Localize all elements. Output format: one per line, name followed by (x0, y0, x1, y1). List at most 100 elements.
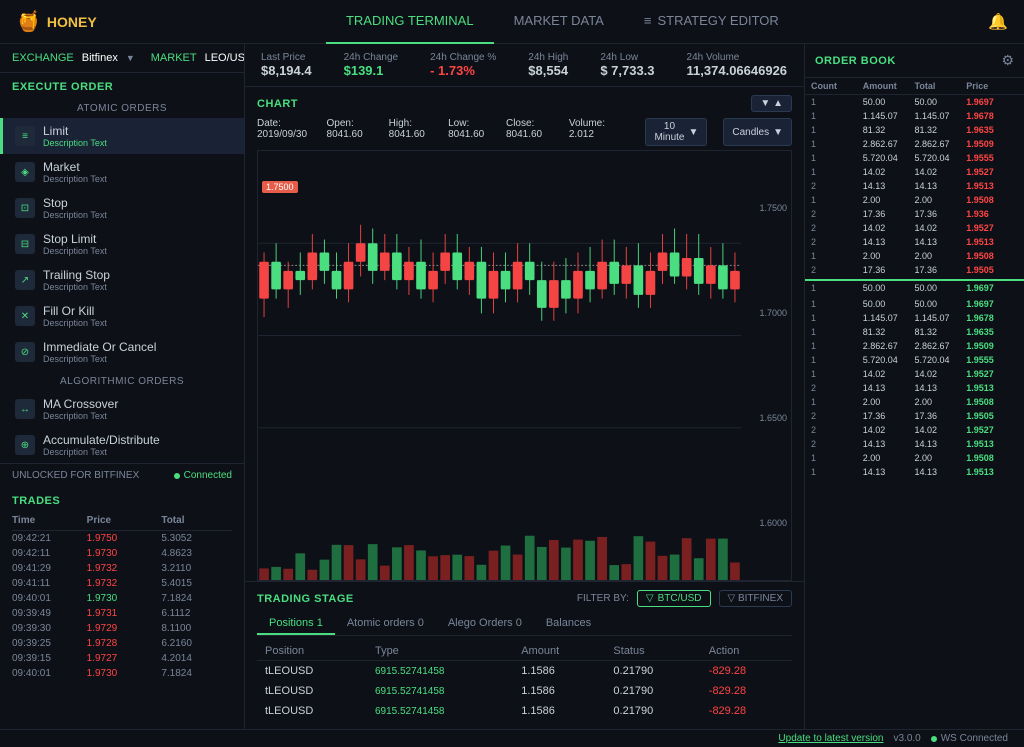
ob-row[interactable]: 217.3617.361.936 (805, 207, 1024, 221)
chart-controls: ▼ ▲ (751, 95, 792, 112)
ob-row[interactable]: 181.3281.321.9635 (805, 123, 1024, 137)
ob-row[interactable]: 11.145.071.145.071.9678 (805, 311, 1024, 325)
pos-amount: 1.1586 (513, 701, 605, 721)
ob-row[interactable]: 214.1314.131.9513 (805, 437, 1024, 451)
positions-table: Position Type Amount Status Action tLEOU… (257, 642, 792, 721)
ob-row[interactable]: 114.0214.021.9527 (805, 367, 1024, 381)
trade-time: 09:40:01 (12, 593, 83, 604)
order-market[interactable]: ◈ Market Description Text (0, 154, 244, 190)
ob-row[interactable]: 11.145.071.145.071.9678 (805, 109, 1024, 123)
filter-bitfinex-btn[interactable]: ▽ BITFINEX (719, 590, 792, 607)
nav-tabs: TRADING TERMINAL MARKET DATA ≡ STRATEGY … (137, 0, 988, 44)
ob-row[interactable]: 114.0214.021.9527 (805, 165, 1024, 179)
trailing-stop-icon: ↗ (15, 270, 35, 290)
ob-row[interactable]: 150.0050.001.9697 (805, 95, 1024, 109)
trade-row: 09:39:491.97316.1112 (12, 606, 232, 621)
filter-btc-btn[interactable]: ▽ BTC/USD (637, 590, 711, 607)
order-stop-limit[interactable]: ⊟ Stop Limit Description Text (0, 226, 244, 262)
order-market-name: Market (43, 160, 107, 174)
trade-total: 3.2110 (161, 563, 232, 574)
ob-col-total: Total (915, 81, 967, 91)
tab-atomic-orders[interactable]: Atomic orders 0 (335, 613, 436, 635)
ob-row[interactable]: 12.862.672.862.671.9509 (805, 137, 1024, 151)
ob-row[interactable]: 214.1314.131.9513 (805, 179, 1024, 193)
tab-trading-terminal[interactable]: TRADING TERMINAL (326, 0, 494, 44)
ob-row[interactable]: 12.002.001.9508 (805, 395, 1024, 409)
order-stop[interactable]: ⊡ Stop Description Text (0, 190, 244, 226)
connected-dot (174, 473, 180, 479)
trade-time: 09:39:15 (12, 653, 83, 664)
last-price-value: $8,194.4 (261, 63, 312, 78)
close-label: Close: 8041.60 (506, 118, 553, 146)
tab-market-data[interactable]: MARKET DATA (494, 0, 624, 44)
order-ma-crossover[interactable]: ↔ MA Crossover Description Text (0, 391, 244, 427)
chart-info: Date: 2019/09/30 Open: 8041.60 High: 804… (257, 116, 792, 150)
collapse-btn[interactable]: ▼ ▲ (751, 95, 792, 112)
market-label: MARKET (151, 52, 197, 64)
acc-name: Accumulate/Distribute (43, 433, 160, 447)
ob-row[interactable]: 181.3281.321.9635 (805, 325, 1024, 339)
table-row: tLEOUSD6915.527414581.15860.21790-829.28 (257, 681, 792, 701)
order-fok-name: Fill Or Kill (43, 304, 107, 318)
exchange-dropdown-icon[interactable]: ▼ (126, 53, 135, 63)
low-label: Low: 8041.60 (448, 118, 490, 146)
pos-action: -829.28 (701, 701, 792, 721)
ob-col-count: Count (811, 81, 863, 91)
volume-chart (258, 525, 741, 580)
ob-row[interactable]: 12.002.001.9508 (805, 193, 1024, 207)
stat-24h-high: 24h High $8,554 (528, 52, 568, 78)
tab-algo-orders[interactable]: Alego Orders 0 (436, 613, 534, 635)
limit-icon: ≡ (15, 126, 35, 146)
ob-row[interactable]: 150.0050.001.9697 (805, 297, 1024, 311)
order-trailing-stop[interactable]: ↗ Trailing Stop Description Text (0, 262, 244, 298)
ob-row[interactable]: 15.720.045.720.041.9555 (805, 353, 1024, 367)
logo-text: HONEY (47, 14, 97, 30)
center-panel: Last Price $8,194.4 24h Change $139.1 24… (245, 44, 804, 729)
pos-status: 0.21790 (605, 681, 700, 701)
tab-positions[interactable]: Positions 1 (257, 613, 335, 635)
ob-row[interactable]: 214.0214.021.9527 (805, 423, 1024, 437)
order-limit-desc: Description Text (43, 138, 107, 148)
ob-row[interactable]: 214.1314.131.9513 (805, 381, 1024, 395)
pos-type: 6915.52741458 (367, 661, 513, 682)
order-accumulate[interactable]: ⊕ Accumulate/Distribute Description Text (0, 427, 244, 463)
trade-row: 09:42:211.97505.3052 (12, 531, 232, 546)
stats-bar: Last Price $8,194.4 24h Change $139.1 24… (245, 44, 804, 87)
trades-header: Time Price Total (12, 513, 232, 531)
trades-col-total: Total (161, 515, 232, 526)
trade-row: 09:39:151.97274.2014 (12, 651, 232, 666)
change-label: 24h Change (344, 52, 399, 63)
ob-settings-icon[interactable]: ⚙ (1001, 52, 1014, 69)
ob-row[interactable]: 12.002.001.9508 (805, 451, 1024, 465)
trades-body: 09:42:211.97505.305209:42:111.97304.8623… (12, 531, 232, 681)
order-fill-or-kill[interactable]: ✕ Fill Or Kill Description Text (0, 298, 244, 334)
ob-row[interactable]: 217.3617.361.9505 (805, 263, 1024, 277)
tab-balances[interactable]: Balances (534, 613, 603, 635)
tab-strategy-editor[interactable]: ≡ STRATEGY EDITOR (624, 0, 799, 44)
trade-total: 6.1112 (161, 608, 232, 619)
order-limit-name: Limit (43, 124, 107, 138)
ob-row[interactable]: 114.1314.131.9513 (805, 465, 1024, 479)
ob-row[interactable]: 214.1314.131.9513 (805, 235, 1024, 249)
order-ioc[interactable]: ⊘ Immediate Or Cancel Description Text (0, 334, 244, 370)
ob-row[interactable]: 12.862.672.862.671.9509 (805, 339, 1024, 353)
trade-total: 6.2160 (161, 638, 232, 649)
ob-row[interactable]: 15.720.045.720.041.9555 (805, 151, 1024, 165)
notification-bell-icon[interactable]: 🔔 (988, 12, 1008, 32)
update-link[interactable]: Update to latest version (778, 733, 883, 744)
trade-row: 09:39:251.97286.2160 (12, 636, 232, 651)
ma-name: MA Crossover (43, 397, 118, 411)
ob-row[interactable]: 12.002.001.9508 (805, 249, 1024, 263)
execute-order-title: EXECUTE ORDER (0, 73, 244, 97)
interval-btn[interactable]: 10 Minute ▼ (645, 118, 707, 146)
order-market-desc: Description Text (43, 174, 107, 184)
acc-desc: Description Text (43, 447, 160, 457)
order-limit[interactable]: ≡ Limit Description Text (0, 118, 244, 154)
ob-row[interactable]: 214.0214.021.9527 (805, 221, 1024, 235)
trade-row: 09:41:291.97323.2110 (12, 561, 232, 576)
ob-row[interactable]: 217.3617.361.9505 (805, 409, 1024, 423)
trade-row: 09:40:011.97307.1824 (12, 591, 232, 606)
trade-price: 1.9732 (87, 578, 158, 589)
candles-btn[interactable]: Candles ▼ (723, 118, 792, 146)
logo-icon: 🍯 (16, 9, 41, 34)
